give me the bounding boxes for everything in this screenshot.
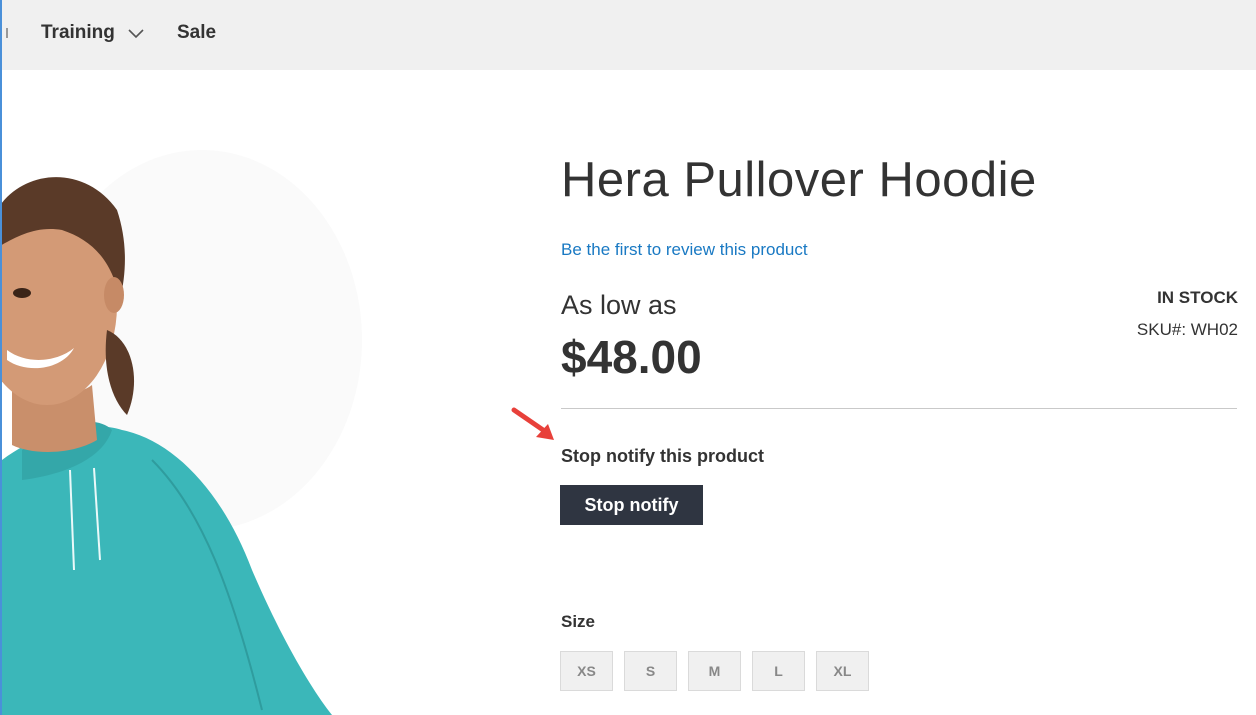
- stop-notify-button[interactable]: Stop notify: [560, 485, 703, 525]
- nav-separator: [6, 28, 8, 38]
- product-price: $48.00: [561, 331, 702, 383]
- nav-item-training[interactable]: Training: [41, 22, 115, 44]
- size-option-xs[interactable]: XS: [560, 651, 613, 691]
- product-page: Training Sale Hera Pullover Hoodie Be th…: [0, 0, 1256, 715]
- price-prefix: As low as: [561, 290, 677, 320]
- stock-status: IN STOCK: [1157, 288, 1238, 307]
- nav-item-sale[interactable]: Sale: [177, 22, 216, 44]
- notify-label: Stop notify this product: [561, 446, 764, 466]
- top-navigation: Training Sale: [0, 0, 1256, 70]
- annotation-arrow-icon: [511, 407, 554, 440]
- size-label: Size: [561, 612, 596, 631]
- review-link[interactable]: Be the first to review this product: [561, 240, 808, 260]
- chevron-down-icon[interactable]: [127, 26, 145, 40]
- size-swatches: XS S M L XL: [560, 651, 880, 691]
- divider: [561, 408, 1237, 409]
- product-title: Hera Pullover Hoodie: [561, 153, 1037, 207]
- size-option-l[interactable]: L: [752, 651, 805, 691]
- size-option-xl[interactable]: XL: [816, 651, 869, 691]
- size-option-s[interactable]: S: [624, 651, 677, 691]
- size-option-m[interactable]: M: [688, 651, 741, 691]
- hoodie-model-image: [2, 150, 362, 715]
- product-image[interactable]: [2, 130, 362, 715]
- product-sku: SKU#: WH02: [1136, 320, 1238, 339]
